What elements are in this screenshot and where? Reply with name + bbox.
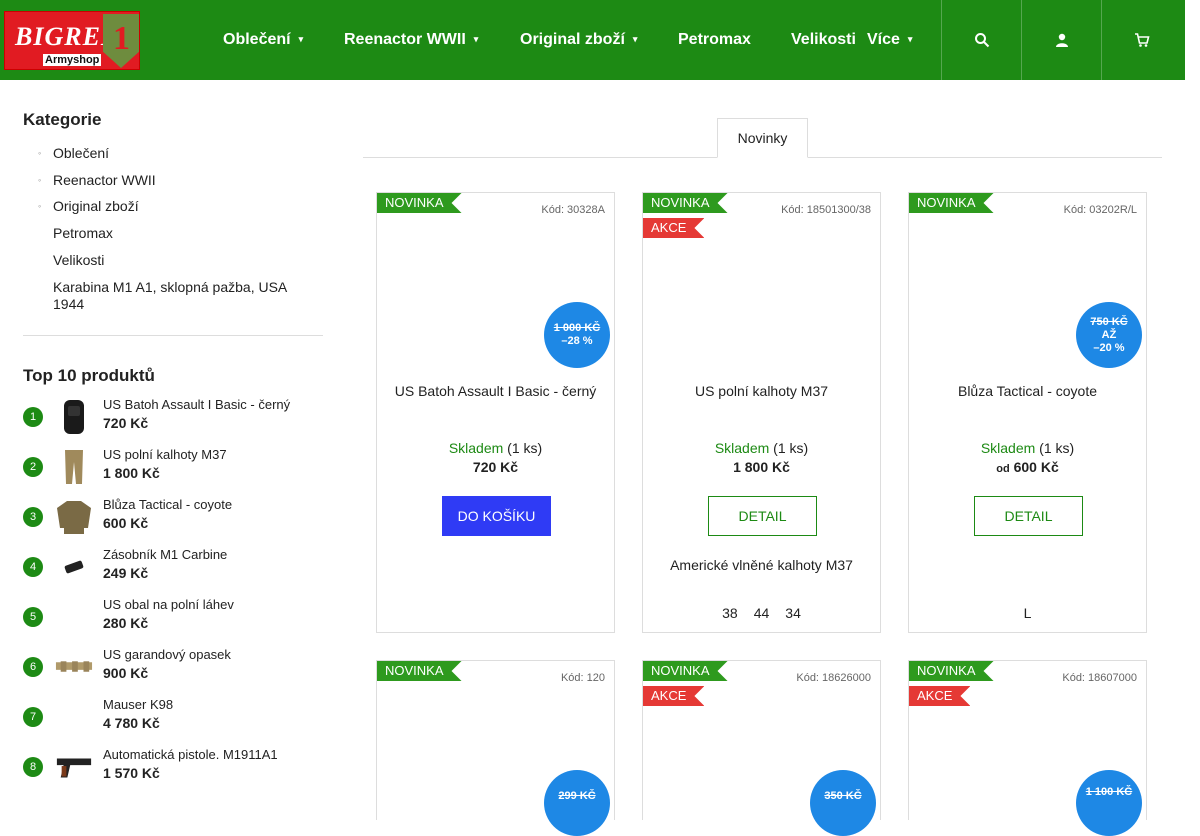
sale-badge: AKCE: [643, 218, 704, 238]
discount-badge: 350 KČ: [810, 770, 876, 836]
nav-item-reenactor[interactable]: Reenactor WWII ▾: [344, 31, 478, 49]
product-thumbnail: [55, 497, 93, 537]
sale-badge: AKCE: [643, 686, 704, 706]
detail-button[interactable]: DETAIL: [708, 496, 817, 536]
top10-item[interactable]: 5 US obal na polní láhev 280 Kč: [23, 597, 323, 647]
product-card[interactable]: NOVINKA AKCE Kód: 18626000 350 KČ: [642, 660, 881, 836]
product-name[interactable]: US Batoh Assault I Basic - černý: [377, 383, 614, 399]
top10-item[interactable]: 6 US garandový opasek 900 Kč: [23, 647, 323, 697]
tab-novinky[interactable]: Novinky: [717, 118, 808, 158]
top10-item[interactable]: 3 Blůza Tactical - coyote 600 Kč: [23, 497, 323, 547]
new-badge: NOVINKA: [643, 661, 728, 681]
size-option[interactable]: 38: [722, 605, 738, 621]
top10-item[interactable]: 7 Mauser K98 4 780 Kč: [23, 697, 323, 747]
nav-item-petromax[interactable]: Petromax: [678, 31, 751, 49]
product-price: od 600 Kč: [996, 459, 1059, 475]
product-code: Kód: 18626000: [796, 672, 871, 684]
discount-badge: 1 000 KČ –28 %: [544, 302, 610, 368]
size-option[interactable]: 44: [754, 605, 770, 621]
product-name[interactable]: Blůza Tactical - coyote: [909, 383, 1146, 399]
product-code: Kód: 18501300/38: [781, 204, 871, 216]
size-option[interactable]: L: [1024, 605, 1032, 621]
new-badge: NOVINKA: [909, 661, 994, 681]
category-reenactor[interactable]: Reenactor WWII: [53, 172, 156, 188]
product-thumbnail: [55, 647, 93, 687]
category-original[interactable]: Original zboží: [53, 198, 139, 214]
category-petromax[interactable]: Petromax: [53, 225, 113, 241]
nav-item-original[interactable]: Original zboží ▾: [520, 31, 637, 49]
divider: [23, 335, 323, 336]
product-code: Kód: 120: [560, 672, 605, 684]
site-header: BIGRED Armyshop 1 Oblečení ▾ Reenactor WW…: [0, 0, 1185, 80]
product-code: Kód: 30328A: [541, 204, 605, 216]
search-icon: [974, 33, 989, 48]
chevron-down-icon: ▾: [298, 34, 304, 45]
product-thumbnail: [55, 547, 93, 587]
account-button[interactable]: [1021, 0, 1101, 80]
product-name[interactable]: US polní kalhoty M37: [643, 383, 880, 399]
product-card[interactable]: NOVINKA AKCE Kód: 18501300/38 US polní k…: [642, 192, 881, 633]
top10-item[interactable]: 1 US Batoh Assault I Basic - černý 720 K…: [23, 397, 323, 447]
product-thumbnail: [55, 447, 93, 487]
size-variants: 38 44 34: [643, 605, 880, 621]
top10-item[interactable]: 2 US polní kalhoty M37 1 800 Kč: [23, 447, 323, 497]
discount-badge: 299 KČ: [544, 770, 610, 836]
product-thumbnail: [55, 397, 93, 437]
top10-item[interactable]: 4 Zásobník M1 Carbine 249 Kč: [23, 547, 323, 597]
new-badge: NOVINKA: [643, 193, 728, 213]
nav-item-obleceni[interactable]: Oblečení ▾: [223, 31, 303, 49]
product-price: 1 800 Kč: [733, 459, 790, 475]
search-button[interactable]: [941, 0, 1021, 80]
cart-button[interactable]: [1101, 0, 1181, 80]
chevron-down-icon: ▾: [632, 34, 638, 45]
product-subtitle: Americké vlněné kalhoty M37: [670, 557, 853, 573]
categories-title: Kategorie: [23, 110, 102, 129]
category-karabina[interactable]: Karabina M1 A1, sklopná pažba, USA 1944: [53, 279, 303, 313]
stock-status: Skladem (1 ks): [714, 440, 809, 456]
sale-badge: AKCE: [909, 686, 970, 706]
cart-icon: [1134, 33, 1150, 47]
category-obleceni[interactable]: Oblečení: [53, 145, 109, 161]
bullet-icon: ◦: [38, 148, 42, 158]
nav-item-velikosti[interactable]: Velikosti: [791, 31, 856, 49]
user-icon: [1055, 33, 1068, 47]
product-card[interactable]: NOVINKA Kód: 03202R/L 750 KČ AŽ –20 % Bl…: [908, 192, 1147, 633]
new-badge: NOVINKA: [909, 193, 994, 213]
category-velikosti[interactable]: Velikosti: [53, 252, 104, 268]
bullet-icon: ◦: [38, 201, 42, 211]
discount-badge: 1 100 KČ: [1076, 770, 1142, 836]
chevron-down-icon: ▾: [907, 34, 913, 45]
stock-status: Skladem (1 ks): [448, 440, 543, 456]
product-card[interactable]: NOVINKA Kód: 120 299 KČ: [376, 660, 615, 836]
shop-logo[interactable]: BIGRED Armyshop 1: [4, 11, 140, 70]
product-price: 720 Kč: [472, 459, 519, 475]
size-variants: L: [909, 605, 1146, 621]
top10-title: Top 10 produktů: [23, 366, 155, 385]
top10-item[interactable]: 8 Automatická pistole. M1911A1 1 570 Kč: [23, 747, 323, 797]
product-code: Kód: 18607000: [1062, 672, 1137, 684]
nav-item-vice[interactable]: Více ▾: [867, 31, 912, 49]
detail-button[interactable]: DETAIL: [974, 496, 1083, 536]
logo-subtext: Armyshop: [43, 54, 102, 66]
bullet-icon: ◦: [38, 175, 42, 185]
new-badge: NOVINKA: [377, 661, 462, 681]
stock-status: Skladem (1 ks): [980, 440, 1075, 456]
size-option[interactable]: 34: [785, 605, 801, 621]
add-to-cart-button[interactable]: DO KOŠÍKU: [442, 496, 551, 536]
chevron-down-icon: ▾: [473, 34, 479, 45]
product-thumbnail: [55, 747, 93, 787]
product-card[interactable]: NOVINKA AKCE Kód: 18607000 1 100 KČ: [908, 660, 1147, 836]
product-code: Kód: 03202R/L: [1063, 204, 1137, 216]
product-card[interactable]: NOVINKA Kód: 30328A 1 000 KČ –28 % US Ba…: [376, 192, 615, 633]
new-badge: NOVINKA: [377, 193, 462, 213]
discount-badge: 750 KČ AŽ –20 %: [1076, 302, 1142, 368]
